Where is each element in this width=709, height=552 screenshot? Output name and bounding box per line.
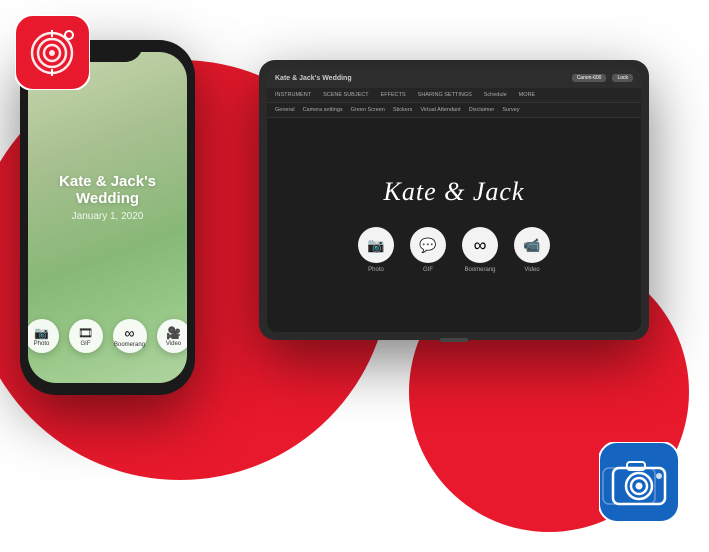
tablet-event-title: Kate & Jack xyxy=(384,177,525,207)
tablet-boomerang-label: Boomerang xyxy=(464,267,495,273)
tablet-action-buttons: 📷 Photo 💬 GIF ∞ Boomerang xyxy=(358,227,550,273)
tablet-video-label: Video xyxy=(524,267,539,273)
app-icon-blue[interactable] xyxy=(599,442,679,522)
tablet-gif-label: GIF xyxy=(423,267,433,273)
tablet-subnav-disclaimer[interactable]: Disclaimer xyxy=(469,105,495,115)
tablet-subnav-green[interactable]: Green Screen xyxy=(351,105,385,115)
tablet-subnav-general[interactable]: General xyxy=(275,105,295,115)
tablet-video-circle: 📹 xyxy=(514,227,550,263)
tablet-photo-icon: 📷 xyxy=(367,237,384,254)
tablet-btn-video[interactable]: 📹 Video xyxy=(514,227,550,273)
tablet-nav-more[interactable]: MORE xyxy=(519,90,536,100)
tablet-subnav-virtual[interactable]: Virtual Attendant xyxy=(420,105,460,115)
phone-body: Kate & Jack's Wedding January 1, 2020 📷 … xyxy=(20,40,195,395)
phone-device: Kate & Jack's Wedding January 1, 2020 📷 … xyxy=(20,40,195,395)
tablet-sub-navigation: General Camera settings Green Screen Sti… xyxy=(267,103,641,118)
phone-screen: Kate & Jack's Wedding January 1, 2020 📷 … xyxy=(28,52,187,383)
tablet-nav-schedule[interactable]: Schedule xyxy=(484,90,507,100)
tablet-screen: Kate & Jack's Wedding Canon-600 Lock INS… xyxy=(267,68,641,332)
tablet-boomerang-icon: ∞ xyxy=(474,235,487,256)
tablet-camera-btn[interactable]: Canon-600 xyxy=(572,74,607,82)
tablet-menubar: Kate & Jack's Wedding Canon-600 Lock xyxy=(267,68,641,88)
tablet-photo-label: Photo xyxy=(368,267,384,273)
tablet-video-icon: 📹 xyxy=(523,237,540,254)
rate-text: Rate xyxy=(402,238,432,254)
phone-event-date: January 1, 2020 xyxy=(72,211,144,222)
phone-boomerang-label: Boomerang xyxy=(114,342,145,348)
tablet-nav-scene[interactable]: SCENE SUBJECT xyxy=(323,90,369,100)
tablet-boomerang-circle: ∞ xyxy=(462,227,498,263)
tablet-controls: Canon-600 Lock xyxy=(572,74,633,82)
tablet-subnav-survey[interactable]: Survey xyxy=(502,105,519,115)
tablet-content: Kate & Jack 📷 Photo 💬 GIF xyxy=(267,118,641,332)
phone-photo-label: Photo xyxy=(34,341,50,347)
tablet-btn-boomerang[interactable]: ∞ Boomerang xyxy=(462,227,498,273)
phone-action-buttons: 📷 Photo 🎞 GIF ∞ Boomerang 🎥 Video xyxy=(28,319,187,353)
tablet-photo-circle: 📷 xyxy=(358,227,394,263)
phone-boomerang-icon: ∞ xyxy=(125,325,135,341)
phone-video-label: Video xyxy=(166,341,181,347)
tablet-nav-sharing[interactable]: SHARING SETTINGS xyxy=(418,90,472,100)
phone-btn-video[interactable]: 🎥 Video xyxy=(157,319,188,353)
phone-gif-label: GIF xyxy=(81,341,91,347)
app-icon-red[interactable] xyxy=(15,15,90,90)
tablet-title: Kate & Jack's Wedding xyxy=(275,75,352,82)
tablet-subnav-camera[interactable]: Camera settings xyxy=(303,105,343,115)
phone-photo-icon: 📷 xyxy=(34,326,49,340)
tablet-subnav-stickers[interactable]: Stickers xyxy=(393,105,413,115)
tablet-home-button xyxy=(440,338,468,342)
phone-btn-gif[interactable]: 🎞 GIF xyxy=(69,319,103,353)
tablet-navigation: INSTRUMENT SCENE SUBJECT EFFECTS SHARING… xyxy=(267,88,641,103)
tablet-device: Kate & Jack's Wedding Canon-600 Lock INS… xyxy=(259,60,649,340)
tablet-btn-photo[interactable]: 📷 Photo xyxy=(358,227,394,273)
phone-event-title: Kate & Jack's Wedding xyxy=(28,173,187,207)
tablet-lock-btn[interactable]: Lock xyxy=(612,74,633,82)
tablet-nav-effects[interactable]: EFFECTS xyxy=(381,90,406,100)
phone-btn-boomerang[interactable]: ∞ Boomerang xyxy=(113,319,147,353)
phone-video-icon: 🎥 xyxy=(166,326,181,340)
tablet-body: Kate & Jack's Wedding Canon-600 Lock INS… xyxy=(259,60,649,340)
phone-gif-icon: 🎞 xyxy=(78,326,93,340)
tablet-nav-instrument[interactable]: INSTRUMENT xyxy=(275,90,311,100)
phone-btn-photo[interactable]: 📷 Photo xyxy=(28,319,59,353)
